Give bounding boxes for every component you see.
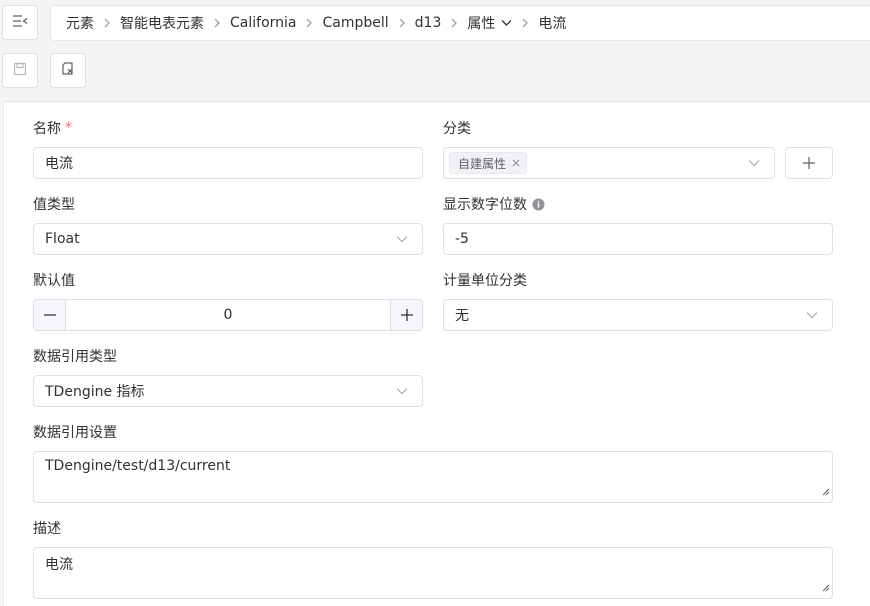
breadcrumb-item-elements[interactable]: 元素 bbox=[66, 13, 94, 33]
resize-handle-icon[interactable] bbox=[822, 580, 830, 596]
minus-icon bbox=[43, 314, 56, 316]
chevron-right-icon bbox=[305, 18, 313, 28]
uom-category-label: 计量单位分类 bbox=[443, 273, 527, 289]
data-ref-settings-value: TDengine/test/d13/current bbox=[45, 458, 231, 474]
display-digits-value: -5 bbox=[455, 231, 469, 247]
menu-fold-icon bbox=[12, 14, 28, 32]
default-value-input[interactable]: 0 bbox=[66, 300, 390, 330]
chevron-down-icon bbox=[806, 311, 818, 319]
breadcrumb-item-attributes[interactable]: 属性 bbox=[467, 13, 512, 33]
description-textarea[interactable]: 电流 bbox=[33, 547, 833, 599]
breadcrumb-item-current: 电流 bbox=[538, 16, 567, 32]
name-label-text: 名称 bbox=[33, 121, 61, 137]
chevron-down-icon bbox=[501, 19, 512, 27]
chevron-right-icon bbox=[398, 18, 406, 28]
uom-category-value: 无 bbox=[455, 308, 469, 324]
category-tag: 自建属性 bbox=[449, 152, 528, 174]
value-type-label: 值类型 bbox=[33, 197, 75, 213]
decrease-button[interactable] bbox=[34, 300, 66, 330]
breadcrumb-item-campbell[interactable]: Campbell bbox=[322, 15, 388, 31]
data-ref-type-value: TDengine 指标 bbox=[45, 384, 145, 400]
discard-changes-button[interactable] bbox=[50, 53, 86, 88]
name-input-value: 电流 bbox=[45, 156, 73, 172]
save-button[interactable] bbox=[2, 53, 38, 88]
description-value: 电流 bbox=[45, 557, 73, 573]
display-digits-label: 显示数字位数 bbox=[443, 194, 545, 214]
chevron-right-icon bbox=[213, 18, 221, 28]
menu-toggle-button[interactable] bbox=[2, 5, 38, 40]
required-mark: * bbox=[65, 120, 72, 136]
default-value-label: 默认值 bbox=[33, 273, 75, 289]
breadcrumb-item-smart-meter-elements[interactable]: 智能电表元素 bbox=[120, 13, 204, 33]
breadcrumb: 元素 智能电表元素 California Campbell d13 属性 电流 bbox=[50, 5, 870, 41]
breadcrumb-item-california[interactable]: California bbox=[230, 15, 296, 31]
category-tag-label: 自建属性 bbox=[458, 156, 507, 171]
data-ref-settings-label: 数据引用设置 bbox=[33, 425, 117, 441]
chevron-right-icon bbox=[103, 18, 111, 28]
name-label: 名称 * bbox=[33, 118, 72, 138]
increase-button[interactable] bbox=[390, 300, 422, 330]
category-select[interactable]: 自建属性 bbox=[443, 147, 775, 179]
info-circle-icon[interactable] bbox=[532, 198, 545, 211]
chevron-right-icon bbox=[450, 18, 458, 28]
breadcrumb-item-d13[interactable]: d13 bbox=[415, 15, 442, 31]
data-ref-type-select[interactable]: TDengine 指标 bbox=[33, 375, 423, 407]
description-label: 描述 bbox=[33, 521, 61, 537]
add-category-button[interactable] bbox=[785, 147, 833, 179]
data-ref-settings-textarea[interactable]: TDengine/test/d13/current bbox=[33, 451, 833, 503]
plus-icon bbox=[400, 309, 413, 321]
chevron-right-icon bbox=[521, 18, 529, 28]
value-type-value: Float bbox=[45, 231, 80, 247]
display-digits-input[interactable]: -5 bbox=[443, 223, 833, 255]
category-label: 分类 bbox=[443, 121, 471, 137]
display-digits-label-text: 显示数字位数 bbox=[443, 197, 527, 213]
chevron-down-icon bbox=[396, 235, 408, 243]
name-input[interactable]: 电流 bbox=[33, 147, 423, 179]
default-value-stepper[interactable]: 0 bbox=[33, 299, 423, 331]
save-icon bbox=[13, 62, 27, 80]
uom-category-select[interactable]: 无 bbox=[443, 299, 833, 331]
close-icon[interactable] bbox=[512, 159, 520, 167]
value-type-select[interactable]: Float bbox=[33, 223, 423, 255]
discard-changes-icon bbox=[60, 61, 76, 81]
chevron-down-icon bbox=[748, 159, 760, 167]
breadcrumb-attributes-label: 属性 bbox=[467, 16, 496, 32]
resize-handle-icon[interactable] bbox=[822, 484, 830, 500]
chevron-down-icon bbox=[396, 387, 408, 395]
data-ref-type-label: 数据引用类型 bbox=[33, 349, 117, 365]
plus-icon bbox=[802, 156, 816, 170]
